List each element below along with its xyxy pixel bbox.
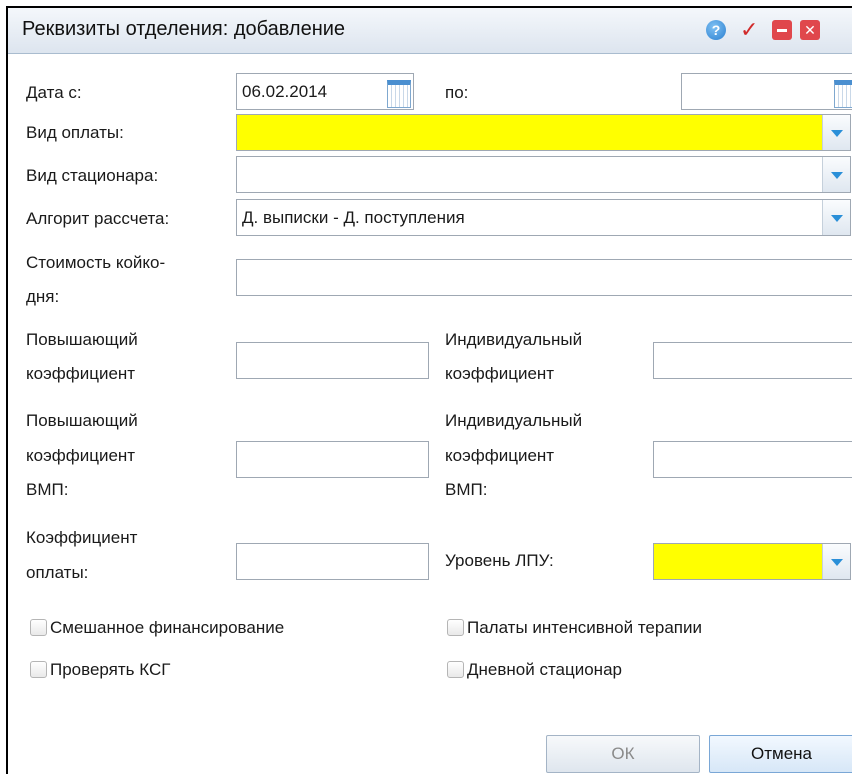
window-title: Реквизиты отделения: добавление: [22, 18, 346, 40]
individual-coef-vmp-label-line1: Индивидуальный: [445, 411, 583, 430]
raising-coef-vmp-label-line1: Повышающий: [26, 411, 138, 430]
intensive-care-checkbox[interactable]: [447, 619, 464, 636]
day-hospital-label[interactable]: Дневной стационар: [467, 653, 622, 686]
payment-type-select[interactable]: [236, 114, 851, 151]
raising-coef-vmp-label-line2: коэффициент: [26, 446, 136, 465]
intensive-care-label[interactable]: Палаты интенсивной терапии: [467, 611, 702, 644]
algorithm-label: Алгорит рассчета:: [26, 209, 170, 228]
date-to-field[interactable]: [681, 73, 852, 110]
cancel-button[interactable]: Отмена: [709, 735, 852, 773]
algorithm-value: Д. выписки - Д. поступления: [242, 208, 465, 227]
date-from-value: 06.02.2014: [242, 82, 328, 101]
minimize-icon[interactable]: [772, 20, 792, 40]
check-ksg-label[interactable]: Проверять КСГ: [50, 653, 170, 686]
bed-day-cost-label-line2: дня:: [26, 287, 60, 306]
chevron-down-icon[interactable]: [822, 544, 850, 579]
payment-type-label: Вид оплаты:: [26, 123, 124, 142]
close-icon[interactable]: ✕: [800, 20, 820, 40]
individual-coef-label-line2: коэффициент: [445, 364, 555, 383]
payment-coef-label-line2: оплаты:: [26, 563, 89, 582]
hospital-type-select[interactable]: [236, 156, 851, 193]
raising-coef-vmp-label-line3: ВМП:: [26, 480, 69, 499]
lpu-level-select[interactable]: [653, 543, 851, 580]
mixed-financing-checkbox[interactable]: [30, 619, 47, 636]
chevron-down-icon[interactable]: [822, 200, 850, 235]
individual-coef-input[interactable]: [653, 342, 852, 379]
bed-day-cost-label-line1: Стоимость койко-: [26, 253, 166, 272]
individual-coef-vmp-label-line2: коэффициент: [445, 446, 555, 465]
calendar-icon[interactable]: [830, 74, 852, 109]
chevron-down-icon[interactable]: [822, 115, 850, 150]
individual-coef-label-line1: Индивидуальный: [445, 330, 583, 349]
individual-coef-vmp-label-line3: ВМП:: [445, 480, 488, 499]
raising-coef-input[interactable]: [236, 342, 429, 379]
raising-coef-vmp-input[interactable]: [236, 441, 429, 478]
help-icon[interactable]: ?: [706, 20, 726, 40]
mixed-financing-label[interactable]: Смешанное финансирование: [50, 611, 284, 644]
checkmark-icon[interactable]: ✓: [740, 19, 760, 41]
date-from-label: Дата с:: [26, 83, 82, 102]
algorithm-select[interactable]: Д. выписки - Д. поступления: [236, 199, 851, 236]
raising-coef-label-line1: Повышающий: [26, 330, 138, 349]
day-hospital-checkbox[interactable]: [447, 661, 464, 678]
dialog-window: Реквизиты отделения: добавление ? ✓ ✕ Да…: [6, 6, 852, 774]
chevron-down-icon[interactable]: [822, 157, 850, 192]
payment-coef-label-line1: Коэффициент: [26, 528, 138, 547]
calendar-icon[interactable]: [383, 74, 413, 109]
ok-button[interactable]: ОК: [546, 735, 700, 773]
check-ksg-checkbox[interactable]: [30, 661, 47, 678]
bed-day-cost-input[interactable]: [236, 259, 852, 296]
hospital-type-label: Вид стационара:: [26, 166, 159, 185]
payment-coef-input[interactable]: [236, 543, 429, 580]
title-bar: Реквизиты отделения: добавление ? ✓ ✕: [8, 8, 852, 54]
raising-coef-label-line2: коэффициент: [26, 364, 136, 383]
date-from-field[interactable]: 06.02.2014: [236, 73, 414, 110]
individual-coef-vmp-input[interactable]: [653, 441, 852, 478]
date-to-label: по:: [445, 83, 469, 102]
lpu-level-label: Уровень ЛПУ:: [445, 551, 554, 570]
